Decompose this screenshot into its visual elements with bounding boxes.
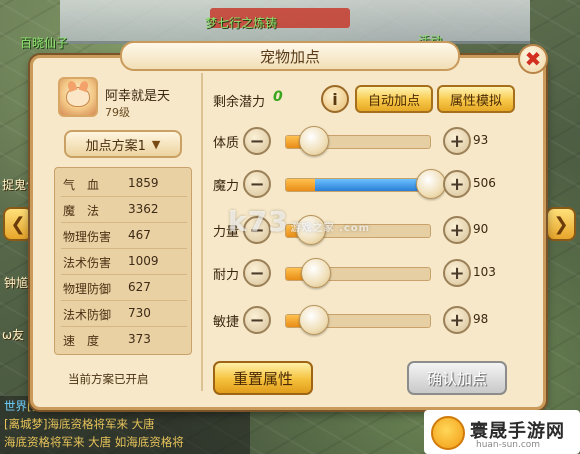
plus-icon[interactable]: + [443,216,471,244]
attribute-row-magic: 魔力 − + 506 [203,169,529,199]
stat-row-magic-def: 法术防御 730 [63,302,189,324]
close-icon[interactable]: ✖ [518,44,548,74]
stat-value: 3362 [128,202,159,216]
stat-value: 1009 [128,254,159,268]
attribute-slider-track[interactable] [285,178,431,192]
attribute-value: 506 [473,176,496,190]
attribute-label: 耐力 [213,268,240,283]
slider-thumb[interactable] [300,258,331,288]
chat-text: [离城梦]海底资格将军来 大唐 [4,417,155,431]
slider-thumb[interactable] [299,305,330,335]
watermark: k73 游戏之家 .com [228,205,370,238]
minus-icon[interactable]: − [243,170,271,198]
stat-row-hp: 气 血 1859 [63,172,189,194]
stat-label: 物理防御 [63,282,112,296]
stat-row-magic-atk: 法术伤害 1009 [63,250,189,272]
npc-label-zhongkui[interactable]: 钟馗 [4,274,28,291]
stat-row-speed: 速 度 373 [63,328,189,350]
left-arrow-icon[interactable]: ❮ [3,207,33,241]
stat-label: 速 度 [63,334,100,348]
stat-value: 627 [128,280,151,294]
minus-icon[interactable]: − [243,306,271,334]
scheme-dropdown[interactable]: 加点方案1 ▼ [64,130,182,158]
site-badge: 寰晟手游网 huan-sun.com [424,410,580,454]
auto-allocate-button[interactable]: 自动加点 [355,85,433,113]
attribute-row-constitution: 体质 − + 93 [203,126,529,156]
stat-row-phys-def: 物理防御 627 [63,276,189,298]
site-logo-icon [431,416,465,450]
divider [61,326,187,327]
stat-value: 467 [128,228,151,242]
stat-label: 气 血 [63,178,100,192]
right-arrow-icon[interactable]: ❯ [546,207,576,241]
attribute-row-agility: 敏捷 − + 98 [203,305,529,335]
chat-line: 海底资格将军来 大唐 如海底资格将 [4,434,184,450]
plus-icon[interactable]: + [443,170,471,198]
attribute-value: 98 [473,312,489,326]
plus-icon[interactable]: + [443,306,471,334]
attribute-value: 90 [473,222,489,236]
info-icon[interactable]: i [321,85,349,113]
divider [61,300,187,301]
chevron-down-icon: ▼ [151,137,161,151]
dialog-title-bar: 宠物加点 [120,41,460,71]
stat-label: 物理伤害 [63,230,112,244]
minus-icon[interactable]: − [243,127,271,155]
chat-channel: 世界 [4,399,27,413]
attribute-value: 103 [473,265,496,279]
npc-label-fairy[interactable]: 百晓仙子 [20,34,68,51]
divider [61,222,187,223]
stat-value: 1859 [128,176,159,190]
reset-attributes-button[interactable]: 重置属性 [213,361,313,395]
npc-label-friend[interactable]: ω友 [2,326,24,343]
stat-row-mp: 魔 法 3362 [63,198,189,220]
stat-label: 法术伤害 [63,256,112,270]
attribute-row-endurance: 耐力 − + 103 [203,258,529,288]
slider-fill-base [286,179,315,191]
confirm-allocation-button[interactable]: 确认加点 [407,361,507,395]
slider-thumb[interactable] [416,169,446,199]
divider [61,274,187,275]
stat-row-phys-atk: 物理伤害 467 [63,224,189,246]
slider-thumb[interactable] [299,126,330,156]
pet-name: 阿幸就是天 [105,89,171,104]
site-url: huan-sun.com [476,440,541,450]
remaining-potential-value: 0 [273,89,283,105]
stat-value: 373 [128,332,151,346]
attribute-label: 敏捷 [213,315,240,330]
watermark-subtext: 游戏之家 .com [290,223,371,234]
chat-text: 海底资格将军来 大唐 如海底资格将 [4,435,184,449]
pet-info-column: 阿幸就是天 79级 加点方案1 ▼ 气 血 1859 魔 法 3362 物理伤害 46… [48,73,196,393]
pet-level: 79级 [105,106,130,119]
stat-value: 730 [128,306,151,320]
chat-line: [离城梦]海底资格将军来 大唐 [4,416,155,432]
attribute-label: 体质 [213,136,240,151]
divider [61,196,187,197]
minus-icon[interactable]: − [243,259,271,287]
watermark-text: k73 [228,205,289,238]
stat-label: 魔 法 [63,204,100,218]
slider-fill-added [314,179,430,191]
attribute-simulate-button[interactable]: 属性模拟 [437,85,515,113]
dialog-title: 宠物加点 [259,47,320,66]
scheme-status-note: 当前方案已开启 [68,372,149,386]
plus-icon[interactable]: + [443,259,471,287]
plus-icon[interactable]: + [443,127,471,155]
attribute-label: 魔力 [213,179,240,194]
scheme-label: 加点方案1 [85,138,146,154]
remaining-potential-label: 剩余潜力 [213,95,266,110]
attribute-value: 93 [473,133,489,147]
divider [61,248,187,249]
pet-avatar-icon[interactable] [58,77,98,117]
stats-list: 气 血 1859 魔 法 3362 物理伤害 467 法术伤害 1009 物理防御 627… [54,167,192,355]
npc-label-forge[interactable]: 梦七行之炼铸 [205,14,277,31]
stat-label: 法术防御 [63,308,112,322]
